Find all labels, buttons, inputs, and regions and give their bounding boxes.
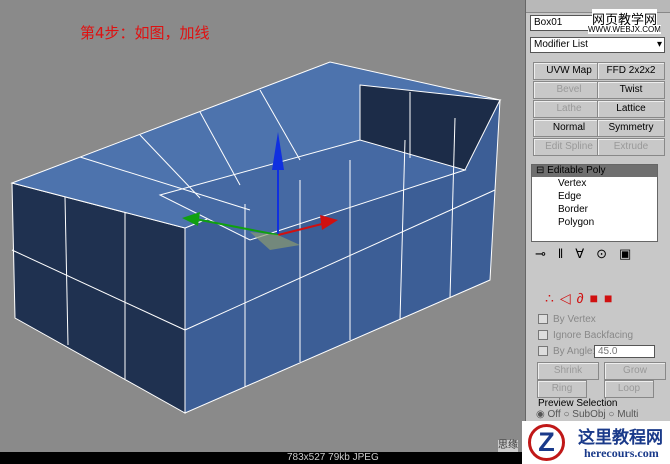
stack-item-polygon[interactable]: Polygon: [532, 216, 657, 229]
edit-spline-button[interactable]: Edit Spline: [533, 138, 605, 156]
bevel-button[interactable]: Bevel: [533, 81, 605, 99]
loop-button[interactable]: Loop: [604, 380, 654, 398]
chevron-down-icon: ▾: [656, 39, 662, 50]
step-caption: 第4步：如图，加线: [80, 24, 210, 42]
preview-off-radio[interactable]: Off: [548, 409, 561, 420]
modifier-stack[interactable]: ⊟ Editable Poly Vertex Edge Border Polyg…: [531, 164, 658, 242]
by-angle-checkbox[interactable]: By Angle:: [538, 346, 595, 357]
by-vertex-checkbox[interactable]: By Vertex: [538, 314, 596, 325]
viewport[interactable]: 第4步：如图，加线: [0, 0, 525, 452]
logo-title: 这里教程网: [578, 428, 663, 448]
stack-item-edge[interactable]: Edge: [532, 190, 657, 203]
ring-button[interactable]: Ring: [537, 380, 587, 398]
z-logo-icon: Z: [528, 424, 565, 461]
uvw-map-button[interactable]: UVW Map: [533, 62, 605, 80]
ffd-button[interactable]: FFD 2x2x2: [597, 62, 665, 80]
image-info: 783x527 79kb JPEG: [287, 452, 379, 463]
symmetry-button[interactable]: Symmetry: [597, 119, 665, 137]
normal-button[interactable]: Normal: [533, 119, 605, 137]
box-model: [10, 61, 502, 414]
stack-item-border[interactable]: Border: [532, 203, 657, 216]
preview-subobj-radio[interactable]: SubObj: [572, 409, 605, 420]
partial-watermark: 思缘: [498, 440, 518, 452]
grow-button[interactable]: Grow: [604, 362, 666, 380]
extrude-button[interactable]: Extrude: [597, 138, 665, 156]
angle-input[interactable]: 45.0: [594, 345, 655, 358]
preview-options[interactable]: ◉ Off ○ SubObj ○ Multi: [536, 409, 638, 420]
preview-multi-radio[interactable]: Multi: [617, 409, 638, 420]
lathe-button[interactable]: Lathe: [533, 100, 605, 118]
modifier-list-label: Modifier List: [534, 39, 588, 50]
stack-tools-icons[interactable]: ⊸‖∀⊙▣: [535, 246, 643, 262]
modifier-list-dropdown[interactable]: Modifier List ▾: [530, 37, 665, 53]
watermark-url: WWW.WEBJX.COM: [588, 25, 661, 34]
subobject-icons[interactable]: ∴◁∂■■: [545, 290, 619, 307]
preview-selection-label: Preview Selection: [538, 398, 618, 409]
lattice-button[interactable]: Lattice: [597, 100, 665, 118]
stack-item-editable-poly[interactable]: ⊟ Editable Poly: [532, 165, 657, 177]
stack-header-label: Editable Poly: [547, 165, 606, 176]
ignore-backfacing-checkbox[interactable]: Ignore Backfacing: [538, 330, 633, 341]
shrink-button[interactable]: Shrink: [537, 362, 599, 380]
twist-button[interactable]: Twist: [597, 81, 665, 99]
logo-url: herecours.com: [584, 446, 659, 460]
site-logo: Z 这里教程网 herecours.com: [522, 421, 670, 464]
stack-item-vertex[interactable]: Vertex: [532, 177, 657, 190]
